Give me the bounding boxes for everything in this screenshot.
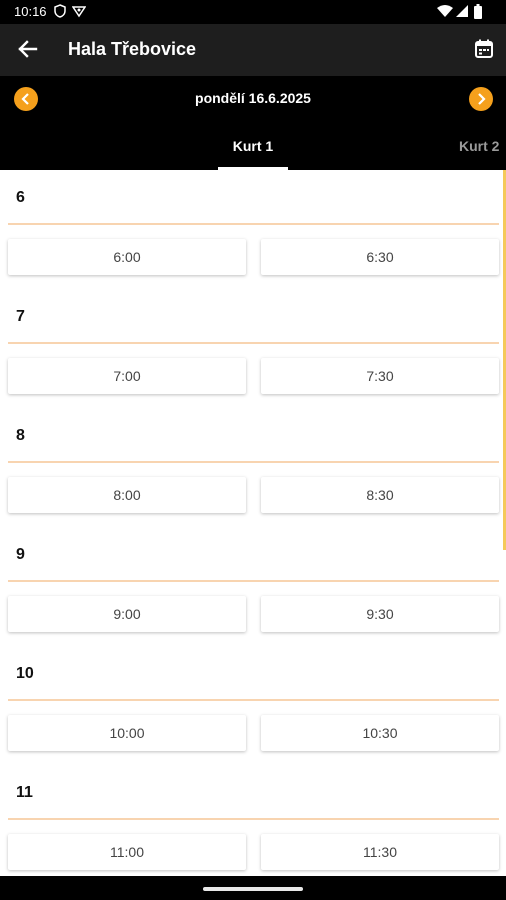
- hour-label: 10: [16, 665, 34, 682]
- hour-label: 8: [16, 427, 25, 444]
- time-slot-button[interactable]: 11:30: [261, 834, 499, 870]
- vpn-icon: [71, 4, 87, 21]
- status-bar: 10:16: [0, 0, 506, 24]
- time-slot-button[interactable]: 8:00: [8, 477, 246, 513]
- hour-section: 6 6:00 6:30: [0, 170, 506, 289]
- court-tabs: Kurt 1 Kurt 2: [0, 122, 506, 170]
- time-slot-button[interactable]: 9:00: [8, 596, 246, 632]
- date-navigation: pondělí 16.6.2025: [0, 76, 506, 122]
- system-nav-bar: [0, 876, 506, 900]
- signal-icon: [456, 4, 468, 21]
- page-title: Hala Třebovice: [68, 39, 197, 59]
- time-slot-button[interactable]: 7:30: [261, 358, 499, 394]
- tab-kurt-1[interactable]: Kurt 1: [218, 138, 288, 154]
- calendar-icon[interactable]: [474, 39, 494, 64]
- hour-label: 9: [16, 546, 25, 563]
- time-slot-button[interactable]: 11:00: [8, 834, 246, 870]
- hour-section: 9 9:00 9:30: [0, 527, 506, 646]
- hour-divider: [8, 580, 499, 582]
- time-slot-button[interactable]: 10:30: [261, 715, 499, 751]
- current-date: pondělí 16.6.2025: [195, 90, 311, 106]
- hour-divider: [8, 699, 499, 701]
- hour-divider: [8, 342, 499, 344]
- hour-label: 11: [16, 784, 33, 801]
- hour-section: 7 7:00 7:30: [0, 289, 506, 408]
- hour-section: 11 11:00 11:30: [0, 765, 506, 876]
- chevron-right-icon[interactable]: [469, 87, 493, 111]
- tab-kurt-2[interactable]: Kurt 2: [459, 138, 499, 154]
- time-slot-list[interactable]: 6 6:00 6:30 7 7:00 7:30 8 8:00 8:30 9 9:…: [0, 170, 506, 876]
- hour-section: 10 10:00 10:30: [0, 646, 506, 765]
- wifi-icon: [437, 4, 453, 21]
- status-time: 10:16: [14, 4, 47, 19]
- time-slot-button[interactable]: 7:00: [8, 358, 246, 394]
- hour-section: 8 8:00 8:30: [0, 408, 506, 527]
- time-slot-button[interactable]: 10:00: [8, 715, 246, 751]
- hour-divider: [8, 461, 499, 463]
- home-gesture-handle[interactable]: [203, 887, 303, 891]
- time-slot-button[interactable]: 9:30: [261, 596, 499, 632]
- hour-divider: [8, 223, 499, 225]
- time-slot-button[interactable]: 6:30: [261, 239, 499, 275]
- shield-icon: [54, 4, 66, 21]
- app-bar: Hala Třebovice: [0, 24, 506, 76]
- hour-divider: [8, 818, 499, 820]
- time-slot-button[interactable]: 8:30: [261, 477, 499, 513]
- battery-icon: [474, 4, 482, 22]
- time-slot-button[interactable]: 6:00: [8, 239, 246, 275]
- arrow-back-icon[interactable]: [16, 38, 38, 65]
- hour-label: 7: [16, 308, 25, 325]
- hour-label: 6: [16, 189, 25, 206]
